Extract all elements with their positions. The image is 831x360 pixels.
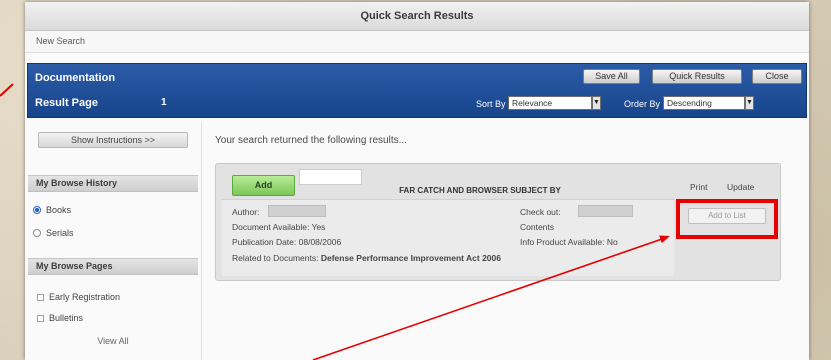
sort-by-label: Sort By bbox=[476, 99, 506, 109]
radio-serials[interactable] bbox=[33, 229, 41, 237]
print-link[interactable]: Print bbox=[690, 182, 707, 192]
add-to-list-button[interactable]: Add to List bbox=[688, 208, 766, 224]
info-product-field: Info Product Available: No bbox=[520, 237, 618, 247]
subheader-bar bbox=[25, 31, 809, 53]
result-tab[interactable] bbox=[299, 169, 362, 185]
field-value: Yes bbox=[311, 222, 326, 232]
publication-date-field: Publication Date: 08/08/2006 bbox=[232, 237, 341, 247]
author-field bbox=[268, 205, 326, 217]
sidebar-item-bulletins[interactable]: Bulletins bbox=[49, 313, 83, 323]
page-title: Quick Search Results bbox=[25, 2, 809, 31]
annotation-mark bbox=[0, 83, 14, 97]
related-documents-field: Related to Documents: Defense Performanc… bbox=[232, 253, 501, 263]
contents-link[interactable]: Contents bbox=[520, 222, 554, 232]
result-page-label: Result Page bbox=[35, 97, 98, 109]
field-value[interactable]: Defense Performance Improvement Act 2006 bbox=[321, 253, 501, 263]
instructions-button[interactable]: Show Instructions >> bbox=[38, 132, 188, 148]
field-label: Info Product Available: bbox=[520, 237, 605, 247]
result-page-selector[interactable]: 1 bbox=[161, 97, 167, 108]
chevron-down-icon[interactable]: ▼ bbox=[745, 96, 754, 110]
header-heading: Documentation bbox=[35, 72, 116, 84]
checkbox-bulletins[interactable] bbox=[37, 315, 44, 322]
view-all-link[interactable]: View All bbox=[28, 336, 198, 346]
result-title[interactable]: FAR CATCH AND BROWSER SUBJECT BY bbox=[360, 186, 600, 195]
field-label: Document Available: bbox=[232, 222, 310, 232]
order-by-label: Order By bbox=[624, 99, 661, 109]
field-value: 08/08/2006 bbox=[298, 237, 342, 247]
sidebar-item-serials[interactable]: Serials bbox=[46, 228, 74, 238]
sidebar-section-history: My Browse History bbox=[28, 175, 198, 192]
add-button[interactable]: Add bbox=[232, 175, 295, 196]
field-label: Publication Date: bbox=[232, 237, 297, 247]
results-summary: Your search returned the following resul… bbox=[215, 135, 407, 146]
sidebar-section-pages: My Browse Pages bbox=[28, 258, 198, 275]
quick-results-button[interactable]: Quick Results bbox=[652, 69, 742, 84]
order-by-select[interactable]: Descending bbox=[663, 96, 745, 110]
radio-books[interactable] bbox=[33, 206, 41, 214]
check-out-field bbox=[578, 205, 633, 217]
author-label: Author: bbox=[232, 207, 260, 217]
check-out-label: Check out: bbox=[520, 207, 561, 217]
sidebar bbox=[28, 122, 202, 360]
sidebar-item-books[interactable]: Books bbox=[46, 205, 71, 215]
checkbox-early-registration[interactable] bbox=[37, 294, 44, 301]
document-available-field: Document Available: Yes bbox=[232, 222, 325, 232]
update-link[interactable]: Update bbox=[727, 182, 754, 192]
field-label: Related to Documents: bbox=[232, 253, 319, 263]
sort-by-select[interactable]: Relevance bbox=[508, 96, 592, 110]
sidebar-item-early-registration[interactable]: Early Registration bbox=[49, 292, 120, 302]
save-all-button[interactable]: Save All bbox=[583, 69, 640, 84]
new-search-link[interactable]: New Search bbox=[36, 36, 85, 46]
field-value: No bbox=[606, 237, 618, 247]
close-button[interactable]: Close bbox=[752, 69, 802, 84]
chevron-down-icon[interactable]: ▼ bbox=[592, 96, 601, 110]
